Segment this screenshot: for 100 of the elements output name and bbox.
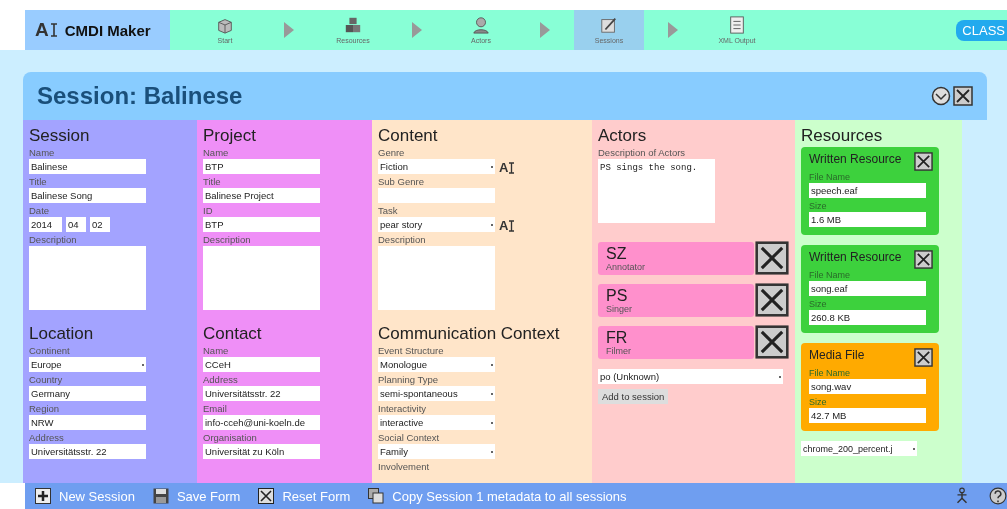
field-label: File Name [809,269,851,281]
add-button[interactable]: Add to session [598,389,669,404]
help-icon[interactable] [989,487,1007,505]
input-field[interactable]: info-cceh@uni-koeln.de [203,415,320,430]
field-label: Address [29,432,65,444]
actor-card[interactable]: PS Singer [598,283,754,317]
close-icon[interactable] [914,348,933,367]
field-label: Size [809,298,828,310]
vocabulary-button[interactable]: A [499,160,515,175]
input-field[interactable]: speech.eaf [809,183,926,198]
section-heading: Content [378,126,439,146]
dropdown[interactable]: Fiction [378,159,495,174]
close-icon[interactable] [755,241,789,275]
dropdown[interactable]: interactive [378,415,495,430]
field-label: Address [203,374,239,386]
close-icon[interactable] [755,283,789,317]
resource-title: Written Resource [809,250,902,264]
field-label: Event Structure [378,345,445,357]
app-title: CMDI Maker [64,21,151,39]
input-field[interactable]: Balinese Song [29,188,146,203]
dropdown[interactable]: Family [378,444,495,459]
input-field[interactable]: 04 [66,217,86,232]
field-label: Involvement [378,461,431,473]
x-box-icon [258,488,275,504]
section-heading: Session [29,126,91,146]
text-area[interactable]: PS sings the song. [598,159,715,223]
dropdown[interactable]: po (Unknown) [598,369,783,384]
plus-icon [35,488,51,504]
input-field[interactable]: BTP [203,217,320,232]
input-field[interactable]: BTP [203,159,320,174]
logo-mark: A [35,19,49,41]
input-field[interactable]: Universitätsstr. 22 [203,386,320,401]
copy-icon [368,488,385,504]
input-field[interactable]: Germany [29,386,146,401]
section-heading: Project [203,126,257,146]
input-field[interactable]: Universität zu Köln [203,444,320,459]
section-heading: Location [29,324,95,344]
actor-code: SZ [606,244,628,262]
field-label: Task [378,205,399,217]
field-label: Size [809,200,828,212]
input-field[interactable]: 42.7 MB [809,408,926,423]
app-logo[interactable]: A CMDI Maker [25,10,170,50]
text-cursor-icon [509,161,515,174]
box-icon [216,16,234,34]
input-field[interactable] [378,188,495,203]
field-label: Continent [29,345,71,357]
input-field[interactable]: 02 [90,217,110,232]
collapse-icon[interactable] [931,86,951,106]
field-label: Name [203,345,230,357]
resource-title: Written Resource [809,152,902,166]
field-label: Email [203,403,228,415]
arrow-icon [284,22,294,38]
input-field[interactable]: song.wav [809,379,926,394]
pencil-icon [600,16,618,34]
close-icon[interactable] [914,250,933,269]
close-icon[interactable] [914,152,933,171]
field-label: Organisation [203,432,258,444]
field-label: Description of Actors [598,147,687,159]
dropdown[interactable]: Monologue [378,357,495,372]
dropdown[interactable]: Europe [29,357,146,372]
input-field[interactable]: CCeH [203,357,320,372]
field-label: Size [809,396,828,408]
dropdown[interactable]: semi-spontaneous [378,386,495,401]
close-icon[interactable] [953,86,973,106]
field-label: Social Context [378,432,441,444]
input-field[interactable]: 1.6 MB [809,212,926,227]
input-field[interactable]: song.eaf [809,281,926,296]
input-field[interactable]: 2014 [29,217,62,232]
input-field[interactable]: NRW [29,415,146,430]
actor-card[interactable]: FR Filmer [598,325,754,359]
arrow-icon [540,22,550,38]
section-heading: Actors [598,126,648,146]
section-heading: Resources [801,126,884,146]
close-icon[interactable] [755,325,789,359]
arrow-icon [412,22,422,38]
vocabulary-button[interactable]: A [499,218,515,233]
field-label: ID [203,205,214,217]
arrow-icon [668,22,678,38]
field-label: Description [29,234,78,246]
field-label: Name [29,147,56,159]
actor-role: Filmer [606,345,632,356]
input-field[interactable]: 260.8 KB [809,310,926,325]
input-field[interactable]: Universitätsstr. 22 [29,444,146,459]
dropdown[interactable]: pear story [378,217,495,232]
field-label: Title [29,176,48,188]
section-heading: Communication Context [378,324,561,344]
actor-role: Singer [606,303,633,314]
text-cursor-icon [50,22,57,38]
field-label: Description [203,234,252,246]
input-field[interactable]: Balinese [29,159,146,174]
resource-title: Media File [809,348,865,362]
input-field[interactable]: Balinese Project [203,188,320,203]
text-cursor-icon [509,219,515,232]
field-label: Name [203,147,230,159]
actor-card[interactable]: SZ Annotator [598,241,754,275]
dropdown[interactable]: chrome_200_percent.j [801,441,917,456]
field-label: Planning Type [378,374,440,386]
actor-code: FR [606,328,629,346]
field-label: Country [29,374,64,386]
field-label: File Name [809,171,851,183]
